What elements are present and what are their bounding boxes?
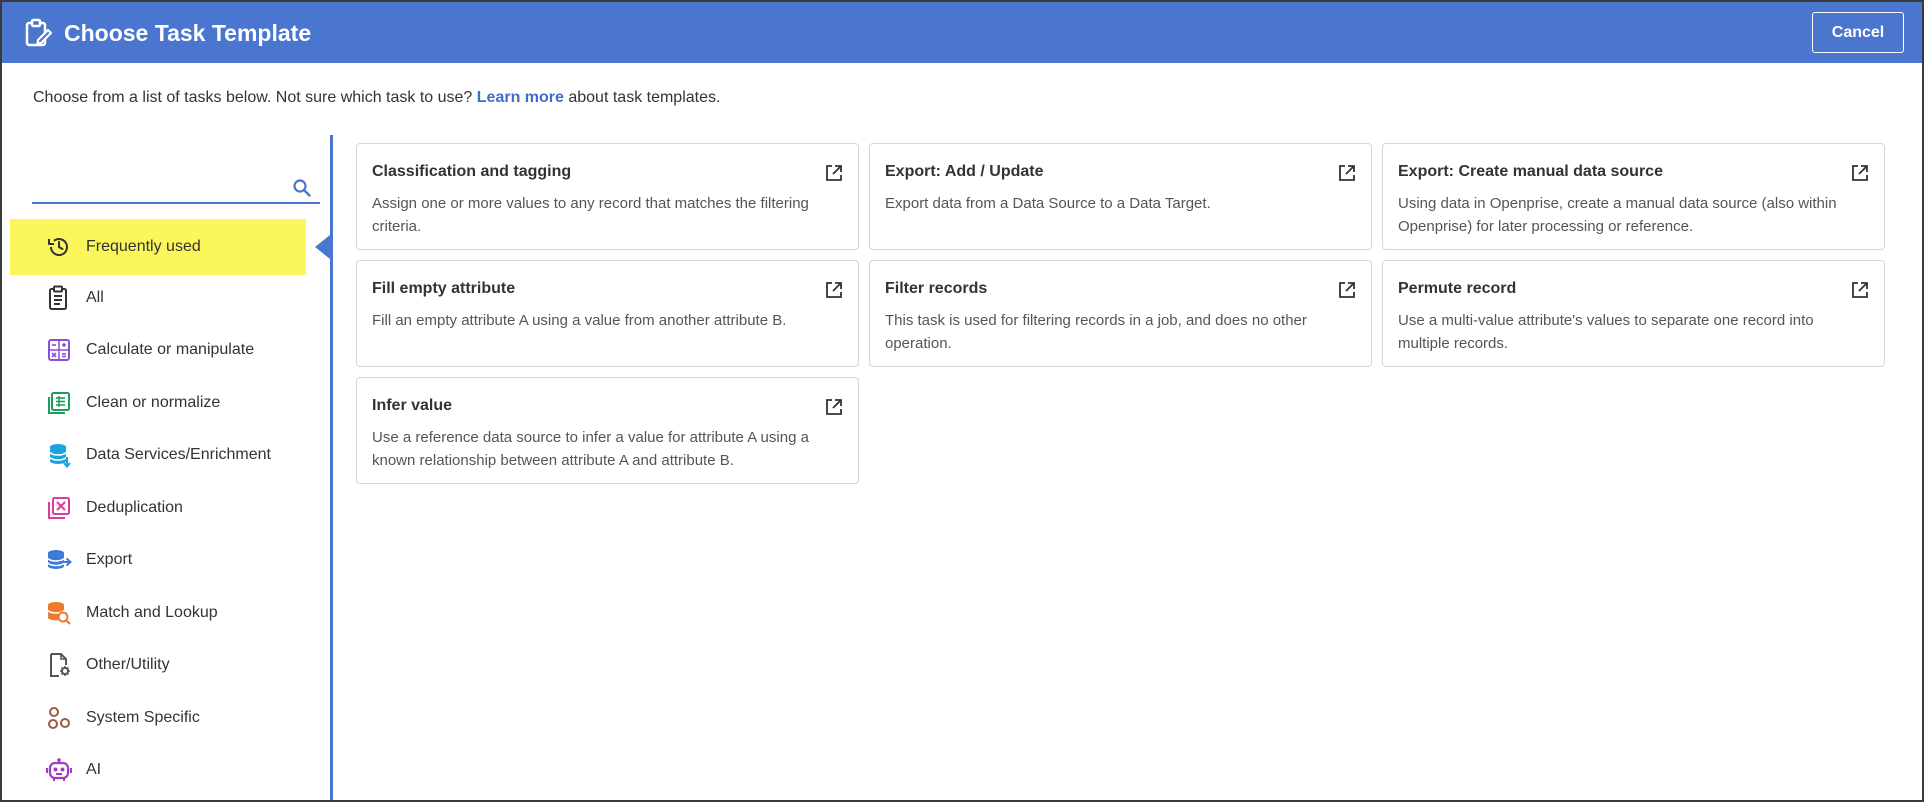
sidebar-item-label: Data Services/Enrichment bbox=[86, 446, 271, 464]
robot-icon bbox=[46, 757, 72, 783]
card-title: Export: Create manual data source bbox=[1398, 163, 1663, 180]
template-card[interactable]: Export: Create manual data source Using … bbox=[1382, 143, 1885, 250]
sidebar-item-other-utility[interactable]: Other/Utility bbox=[10, 639, 306, 692]
card-title: Export: Add / Update bbox=[885, 163, 1044, 180]
intro-text-after: about task templates. bbox=[568, 89, 721, 106]
external-link-icon[interactable] bbox=[1851, 164, 1869, 182]
template-card[interactable]: Export: Add / Update Export data from a … bbox=[869, 143, 1372, 250]
sidebar-item-clean[interactable]: Clean or normalize bbox=[10, 377, 306, 430]
calculator-icon bbox=[46, 337, 72, 363]
external-link-icon[interactable] bbox=[825, 398, 843, 416]
external-link-icon[interactable] bbox=[1851, 281, 1869, 299]
sidebar-item-data-services[interactable]: Data Services/Enrichment bbox=[10, 429, 306, 482]
template-card[interactable]: Filter records This task is used for fil… bbox=[869, 260, 1372, 367]
clipboard-edit-icon bbox=[25, 18, 52, 47]
sidebar-item-label: Export bbox=[86, 551, 133, 569]
database-export-icon bbox=[46, 547, 72, 573]
sidebar-item-label: Other/Utility bbox=[86, 656, 170, 674]
sidebar-item-label: Match and Lookup bbox=[86, 603, 218, 621]
sidebar-item-label: System Specific bbox=[86, 708, 200, 726]
database-download-icon bbox=[46, 442, 72, 469]
card-title: Permute record bbox=[1398, 280, 1517, 297]
card-description: Assign one or more values to any record … bbox=[372, 195, 809, 235]
sidebar-item-calculate[interactable]: Calculate or manipulate bbox=[10, 324, 306, 377]
card-description: Use a multi-value attribute's values to … bbox=[1398, 312, 1814, 352]
cancel-button[interactable]: Cancel bbox=[1812, 12, 1904, 53]
sidebar-item-label: AI bbox=[86, 761, 102, 779]
duplicate-remove-icon bbox=[46, 495, 72, 521]
external-link-icon[interactable] bbox=[825, 281, 843, 299]
search-field bbox=[32, 172, 320, 204]
external-link-icon[interactable] bbox=[1338, 164, 1356, 182]
card-title: Infer value bbox=[372, 397, 453, 414]
category-list: Frequently used All Calculate or manipul… bbox=[10, 219, 306, 797]
dialog-title: Choose Task Template bbox=[64, 20, 312, 46]
card-description: Using data in Openprise, create a manual… bbox=[1398, 195, 1837, 235]
file-gear-icon bbox=[46, 652, 72, 678]
external-link-icon[interactable] bbox=[825, 164, 843, 182]
task-template-dialog: Choose Task Template Cancel Choose from … bbox=[0, 0, 1924, 802]
sidebar-item-system-specific[interactable]: System Specific bbox=[10, 692, 306, 745]
sidebar-item-match-lookup[interactable]: Match and Lookup bbox=[10, 587, 306, 640]
search-icon[interactable] bbox=[292, 178, 312, 198]
dialog-header: Choose Task Template Cancel bbox=[2, 2, 1922, 63]
template-card[interactable]: Classification and tagging Assign one or… bbox=[356, 143, 859, 250]
card-description: Use a reference data source to infer a v… bbox=[372, 429, 809, 469]
sidebar-item-label: Frequently used bbox=[86, 238, 201, 255]
nodes-icon bbox=[46, 705, 72, 731]
sidebar-item-deduplication[interactable]: Deduplication bbox=[10, 482, 306, 535]
sidebar-divider bbox=[330, 135, 333, 800]
external-link-icon[interactable] bbox=[1338, 281, 1356, 299]
sidebar-item-all[interactable]: All bbox=[10, 272, 306, 325]
card-title: Fill empty attribute bbox=[372, 280, 516, 297]
template-card[interactable]: Infer value Use a reference data source … bbox=[356, 377, 859, 484]
card-title: Filter records bbox=[885, 280, 988, 297]
learn-more-link[interactable]: Learn more bbox=[477, 89, 564, 106]
card-description: Fill an empty attribute A using a value … bbox=[372, 312, 787, 329]
template-card[interactable]: Fill empty attribute Fill an empty attri… bbox=[356, 260, 859, 367]
template-card-grid: Classification and tagging Assign one or… bbox=[356, 143, 1886, 484]
database-search-icon bbox=[46, 600, 72, 626]
card-description: This task is used for filtering records … bbox=[885, 312, 1307, 352]
sidebar-item-label: Calculate or manipulate bbox=[86, 341, 255, 359]
intro-text-before: Choose from a list of tasks below. Not s… bbox=[33, 89, 473, 106]
card-title: Classification and tagging bbox=[372, 163, 572, 180]
sidebar-item-label: All bbox=[86, 288, 104, 306]
clipboard-list-icon bbox=[46, 285, 72, 311]
spreadsheet-icon bbox=[46, 390, 72, 416]
sidebar-item-label: Clean or normalize bbox=[86, 393, 221, 411]
sidebar-item-frequently-used[interactable]: Frequently used bbox=[10, 219, 306, 275]
history-icon bbox=[46, 234, 72, 260]
search-input[interactable] bbox=[32, 172, 282, 202]
sidebar-item-ai[interactable]: AI bbox=[10, 744, 306, 797]
active-category-pointer bbox=[315, 235, 330, 259]
sidebar-item-label: Deduplication bbox=[86, 498, 183, 516]
template-card[interactable]: Permute record Use a multi-value attribu… bbox=[1382, 260, 1885, 367]
intro-text: Choose from a list of tasks below. Not s… bbox=[33, 88, 720, 108]
card-description: Export data from a Data Source to a Data… bbox=[885, 195, 1211, 212]
sidebar-item-export[interactable]: Export bbox=[10, 534, 306, 587]
